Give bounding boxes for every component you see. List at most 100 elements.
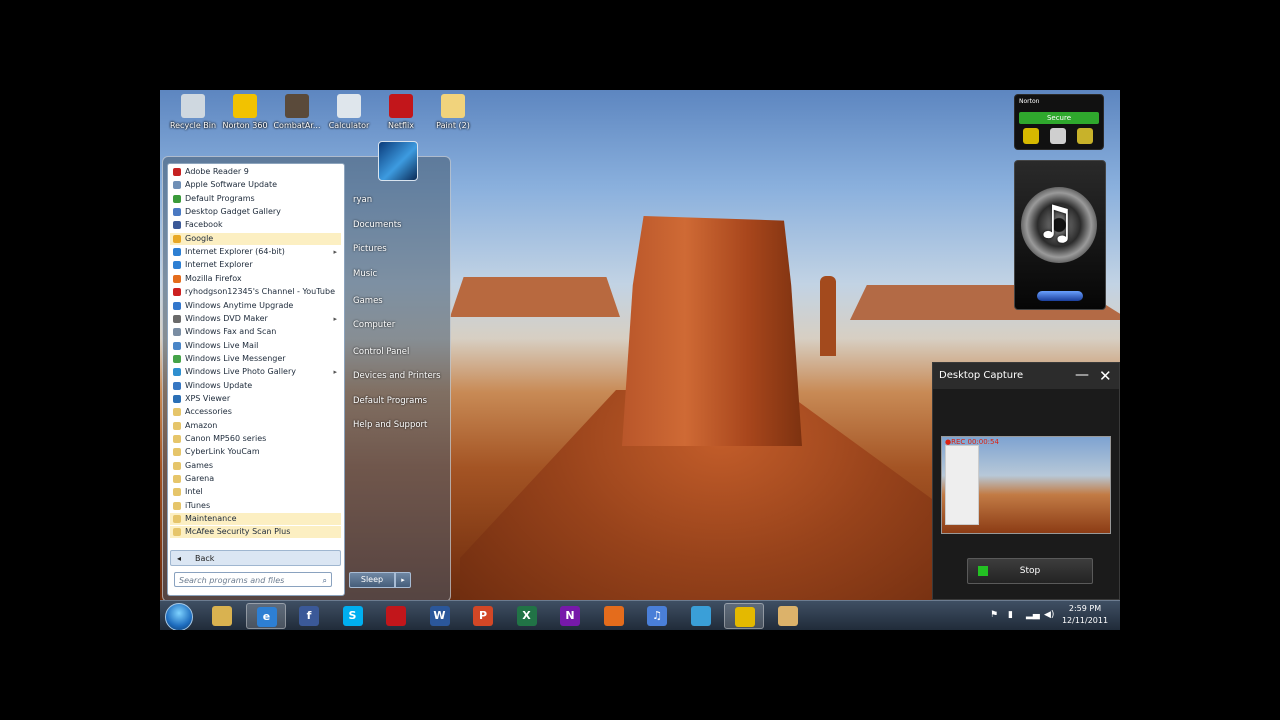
taskbar-powerpoint-button[interactable]: P bbox=[463, 603, 503, 629]
start-link[interactable]: Devices and Printers bbox=[353, 371, 441, 381]
program-icon bbox=[173, 448, 181, 457]
taskbar-word-button[interactable]: W bbox=[420, 603, 460, 629]
start-link[interactable]: Control Panel bbox=[353, 347, 409, 357]
program-icon bbox=[173, 528, 181, 537]
program-item[interactable]: McAfee Security Scan Plus bbox=[170, 526, 341, 539]
taskbar-onenote-button[interactable]: N bbox=[550, 603, 590, 629]
close-icon[interactable]: ✕ bbox=[1099, 363, 1112, 389]
program-item[interactable]: Google bbox=[170, 232, 341, 245]
minimize-icon[interactable]: — bbox=[1075, 363, 1089, 387]
taskbar-media-center-button[interactable] bbox=[681, 603, 721, 629]
program-item[interactable]: Internet Explorer bbox=[170, 259, 341, 271]
program-item[interactable]: Windows Anytime Upgrade bbox=[170, 300, 341, 312]
start-link[interactable]: Documents bbox=[353, 220, 401, 230]
program-item[interactable]: Intel bbox=[170, 486, 341, 498]
program-item[interactable]: Amazon bbox=[170, 420, 341, 432]
program-item[interactable]: CyberLink YouCam bbox=[170, 446, 341, 458]
program-item[interactable]: Accessories bbox=[170, 406, 341, 418]
taskbar-skype-button[interactable]: S bbox=[333, 603, 373, 629]
desktop-icon[interactable]: CombatAr... bbox=[268, 94, 326, 130]
program-item[interactable]: Maintenance bbox=[170, 513, 341, 526]
norton-scan-icon[interactable] bbox=[1023, 128, 1039, 144]
start-button[interactable] bbox=[165, 603, 193, 630]
play-controls[interactable] bbox=[1037, 291, 1083, 301]
program-item[interactable]: iTunes bbox=[170, 500, 341, 512]
clock-time: 2:59 PM bbox=[1068, 604, 1102, 613]
search-input[interactable]: Search programs and files ⌕ bbox=[174, 572, 332, 587]
start-link[interactable]: Default Programs bbox=[353, 396, 427, 406]
program-label: Windows Live Messenger bbox=[185, 353, 286, 363]
taskbar-paint-button[interactable] bbox=[768, 603, 808, 629]
shutdown-options-button[interactable]: ▸ bbox=[395, 572, 411, 588]
music-note-icon: ♫ bbox=[1035, 195, 1077, 249]
program-item[interactable]: Default Programs bbox=[170, 193, 341, 205]
network-icon[interactable]: ▂▄ bbox=[1026, 610, 1040, 620]
desktop-icon[interactable]: Netflix bbox=[372, 94, 430, 130]
program-item[interactable]: Internet Explorer (64-bit) ▸ bbox=[170, 246, 341, 258]
program-label: XPS Viewer bbox=[185, 393, 231, 403]
program-label: Amazon bbox=[185, 420, 218, 430]
background-spire bbox=[820, 276, 836, 356]
taskbar-internet-explorer-button[interactable]: e bbox=[245, 603, 286, 629]
program-label: Adobe Reader 9 bbox=[185, 167, 249, 176]
start-link[interactable]: Help and Support bbox=[353, 420, 427, 430]
taskbar-excel-button[interactable]: X bbox=[507, 603, 547, 629]
program-item[interactable]: Apple Software Update bbox=[170, 179, 341, 191]
desktop-icon[interactable]: Norton 360 bbox=[216, 94, 274, 130]
program-item[interactable]: Games bbox=[170, 460, 341, 472]
start-link[interactable]: Games bbox=[353, 296, 383, 306]
program-label: Windows Live Mail bbox=[185, 340, 259, 350]
program-item[interactable]: Windows Live Messenger bbox=[170, 353, 341, 365]
search-placeholder: Search programs and files bbox=[179, 576, 285, 585]
desktop-icon[interactable]: Recycle Bin bbox=[164, 94, 222, 130]
norton-backup-icon[interactable] bbox=[1077, 128, 1093, 144]
taskbar-explorer-button[interactable] bbox=[202, 603, 242, 629]
program-item[interactable]: Facebook bbox=[170, 219, 341, 231]
sleep-button[interactable]: Sleep bbox=[349, 572, 395, 588]
start-link[interactable]: ryan bbox=[353, 195, 372, 205]
start-link[interactable]: Music bbox=[353, 269, 377, 279]
desktop-icon[interactable]: Calculator bbox=[320, 94, 378, 130]
paint-icon bbox=[777, 606, 798, 626]
program-item[interactable]: Mozilla Firefox bbox=[170, 273, 341, 285]
program-label: Facebook bbox=[185, 220, 223, 230]
power-icon[interactable]: ▮ bbox=[1008, 610, 1013, 620]
norton-gadget[interactable]: Norton Secure bbox=[1014, 94, 1104, 150]
program-icon bbox=[173, 394, 181, 403]
taskbar-norton-button[interactable] bbox=[724, 603, 764, 629]
program-item[interactable]: Canon MP560 series bbox=[170, 433, 341, 445]
start-link[interactable]: Pictures bbox=[353, 244, 387, 254]
action-center-flag-icon[interactable]: ⚑ bbox=[990, 610, 998, 620]
program-icon bbox=[173, 168, 181, 176]
program-item[interactable]: ryhodgson12345's Channel - YouTube bbox=[170, 286, 341, 298]
program-item[interactable]: Desktop Gadget Gallery bbox=[170, 206, 341, 218]
excel-icon: X bbox=[516, 606, 537, 626]
stop-button[interactable]: Stop bbox=[967, 558, 1093, 584]
taskbar-facebook-button[interactable]: f bbox=[289, 603, 329, 629]
norton-tools-icon[interactable] bbox=[1050, 128, 1066, 144]
program-item[interactable]: Windows Live Mail bbox=[170, 340, 341, 352]
itunes-gadget[interactable]: ♫ bbox=[1014, 160, 1106, 310]
program-item[interactable]: Windows Update bbox=[170, 380, 341, 392]
program-item[interactable]: Adobe Reader 9 bbox=[170, 166, 341, 178]
clock[interactable]: 2:59 PM 12/11/2011 bbox=[1055, 603, 1115, 627]
back-button[interactable]: ◂ Back bbox=[170, 550, 341, 566]
program-item[interactable]: Garena bbox=[170, 473, 341, 485]
program-label: Desktop Gadget Gallery bbox=[185, 207, 281, 217]
program-item[interactable]: Windows Fax and Scan bbox=[170, 326, 341, 338]
capture-preview: ●REC 00:00:54 bbox=[941, 436, 1111, 534]
desktop-icon[interactable]: Paint (2) bbox=[424, 94, 482, 130]
taskbar-firefox-button[interactable] bbox=[594, 603, 634, 629]
program-label: Google bbox=[185, 233, 214, 243]
program-item[interactable]: Windows Live Photo Gallery ▸ bbox=[170, 366, 341, 378]
taskbar-itunes-button[interactable]: ♫ bbox=[637, 603, 677, 629]
program-item[interactable]: Windows DVD Maker ▸ bbox=[170, 313, 341, 325]
volume-icon[interactable]: ◀) bbox=[1044, 610, 1054, 620]
media-center-icon bbox=[690, 606, 711, 626]
program-icon bbox=[173, 261, 181, 270]
start-link[interactable]: Computer bbox=[353, 320, 395, 330]
taskbar-netflix-button[interactable] bbox=[376, 603, 416, 629]
norton-icon bbox=[735, 607, 755, 627]
program-item[interactable]: XPS Viewer bbox=[170, 393, 341, 405]
user-picture[interactable] bbox=[378, 141, 418, 181]
